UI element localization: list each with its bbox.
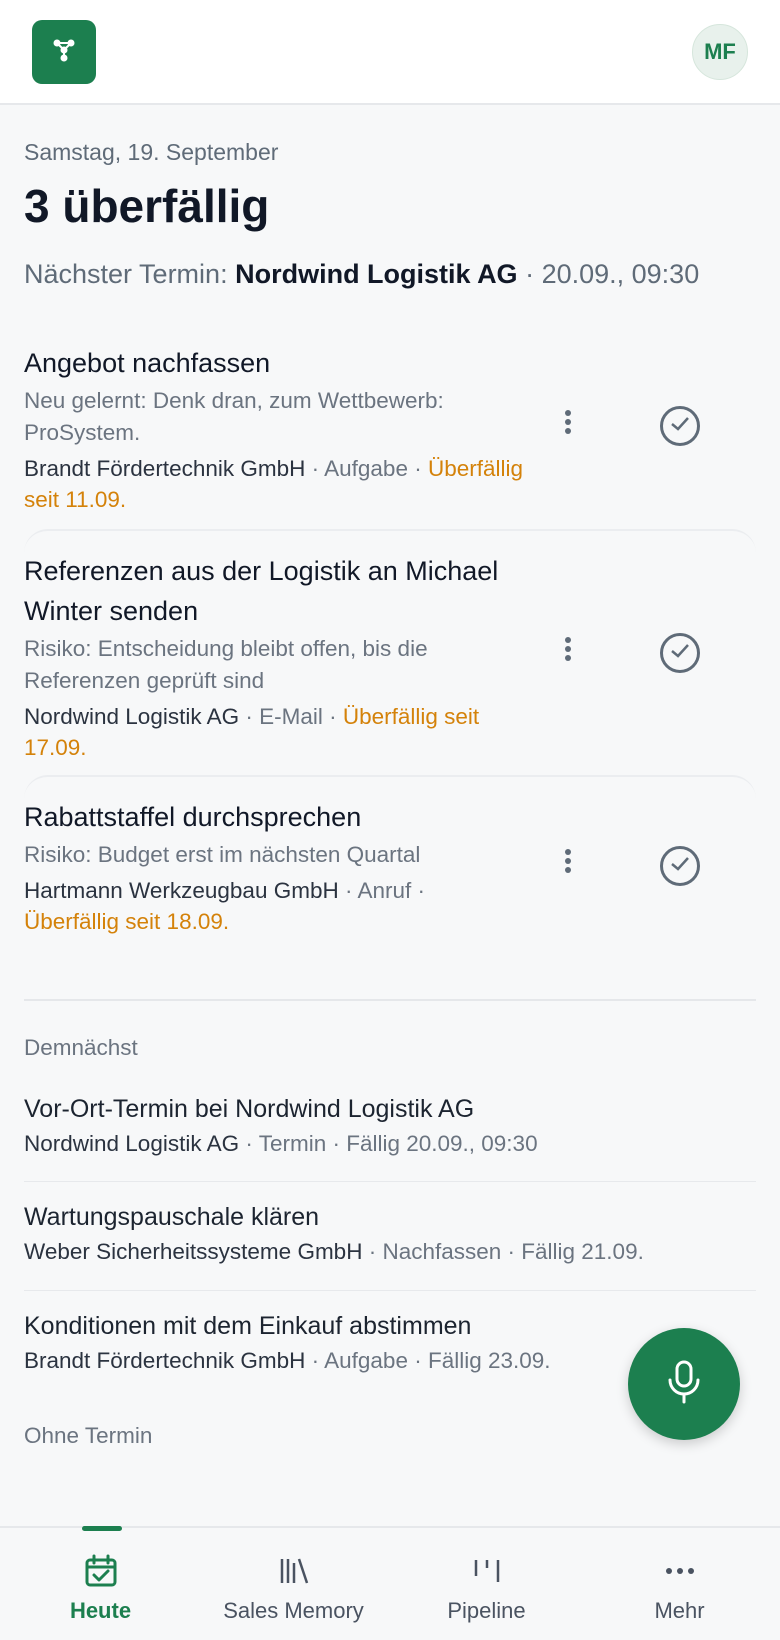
upcoming-company: Brandt Fördertechnik GmbH: [24, 1348, 306, 1373]
task-meta: Brandt Fördertechnik GmbH · Aufgabe · Üb…: [24, 453, 524, 515]
network-nodes-icon: [51, 37, 77, 68]
upcoming-heading: Demnächst: [24, 1035, 138, 1060]
app-logo[interactable]: [32, 20, 96, 84]
task-type: · E-Mail ·: [239, 704, 343, 729]
task-type: · Aufgabe ·: [305, 456, 428, 481]
next-appointment-time: · 20.09., 09:30: [517, 259, 700, 289]
nav-label: Heute: [69, 1598, 132, 1623]
check-icon: [670, 643, 690, 664]
task-subtitle: Neu gelernt: Denk dran, zum Wettbewerb: …: [24, 388, 444, 445]
top-bar: MF: [0, 0, 780, 105]
upcoming-title: Vor-Ort-Termin bei Nordwind Logistik AG: [24, 1095, 475, 1123]
upcoming-details: · Nachfassen · Fällig 21.09.: [362, 1239, 644, 1264]
upcoming-details: · Aufgabe · Fällig 23.09.: [305, 1348, 551, 1373]
nav-label: Sales Memory: [223, 1598, 364, 1623]
overdue-task[interactable]: Rabattstaffel durchsprechen Risiko: Budg…: [24, 797, 754, 937]
upcoming-title: Konditionen mit dem Einkauf abstimmen: [24, 1312, 472, 1340]
bottom-navigation: Heute Sales Memory Pipeline Mehr: [0, 1526, 780, 1640]
more-options-icon[interactable]: [556, 634, 580, 674]
complete-task-button[interactable]: [660, 846, 700, 886]
task-meta: Hartmann Werkzeugbau GmbH · Anruf · Über…: [24, 875, 524, 937]
microphone-icon: [667, 1360, 701, 1409]
more-options-icon[interactable]: [556, 407, 580, 447]
nav-item-sales-memory[interactable]: Sales Memory: [196, 1528, 391, 1640]
next-appointment-company: Nordwind Logistik AG: [235, 259, 518, 289]
task-meta: Nordwind Logistik AG · E-Mail · Überfäll…: [24, 701, 524, 763]
library-icon: [277, 1554, 311, 1588]
check-icon: [670, 416, 690, 437]
check-icon: [670, 856, 690, 877]
upcoming-meta: Nordwind Logistik AG · Termin · Fällig 2…: [24, 1127, 756, 1161]
task-company: Hartmann Werkzeugbau GmbH: [24, 878, 339, 903]
nav-item-heute[interactable]: Heute: [3, 1526, 198, 1640]
task-overdue-label: Überfällig seit 18.09.: [24, 909, 230, 934]
task-company: Brandt Fördertechnik GmbH: [24, 456, 306, 481]
complete-task-button[interactable]: [660, 633, 700, 673]
list-divider: [24, 1181, 756, 1182]
overdue-task[interactable]: Referenzen aus der Logistik an Michael W…: [24, 551, 754, 763]
today-content[interactable]: Samstag, 19. September 3 überfällig Näch…: [0, 107, 780, 1527]
section-divider: [24, 999, 756, 1001]
list-divider: [24, 1290, 756, 1291]
upcoming-meta: Weber Sicherheitssysteme GmbH · Nachfass…: [24, 1235, 756, 1269]
upcoming-item[interactable]: Wartungspauschale klären Weber Sicherhei…: [24, 1199, 756, 1269]
more-icon: [663, 1554, 697, 1588]
upcoming-company: Weber Sicherheitssysteme GmbH: [24, 1239, 363, 1264]
calendar-check-icon: [84, 1554, 118, 1588]
upcoming-title: Wartungspauschale klären: [24, 1203, 320, 1231]
avatar[interactable]: MF: [692, 24, 748, 80]
active-indicator: [82, 1526, 122, 1531]
nav-label: Mehr: [654, 1598, 705, 1623]
task-title: Angebot nachfassen: [24, 348, 271, 378]
nav-item-mehr[interactable]: Mehr: [582, 1528, 777, 1640]
task-subtitle: Risiko: Budget erst im nächsten Quartal: [24, 842, 421, 867]
current-date: Samstag, 19. September: [24, 139, 279, 165]
nav-item-pipeline[interactable]: Pipeline: [389, 1528, 584, 1640]
pipeline-icon: [470, 1554, 504, 1588]
task-subtitle: Risiko: Entscheidung bleibt offen, bis d…: [24, 636, 428, 693]
task-divider: [24, 529, 756, 553]
upcoming-item[interactable]: Vor-Ort-Termin bei Nordwind Logistik AG …: [24, 1091, 756, 1161]
task-divider: [24, 775, 756, 799]
task-type: · Anruf ·: [338, 878, 425, 903]
upcoming-company: Nordwind Logistik AG: [24, 1131, 240, 1156]
complete-task-button[interactable]: [660, 406, 700, 446]
upcoming-details: · Termin · Fällig 20.09., 09:30: [239, 1131, 538, 1156]
voice-input-button[interactable]: [628, 1328, 740, 1440]
nav-label: Pipeline: [447, 1598, 526, 1623]
next-appointment: Nächster Termin: Nordwind Logistik AG · …: [24, 259, 699, 290]
task-company: Nordwind Logistik AG: [24, 704, 240, 729]
overdue-task[interactable]: Angebot nachfassen Neu gelernt: Denk dra…: [24, 343, 754, 515]
overdue-count-headline: 3 überfällig: [24, 180, 270, 232]
next-appointment-label: Nächster Termin:: [24, 259, 236, 289]
task-title: Referenzen aus der Logistik an Michael W…: [24, 556, 499, 626]
no-date-heading: Ohne Termin: [24, 1423, 153, 1448]
more-options-icon[interactable]: [556, 846, 580, 886]
task-title: Rabattstaffel durchsprechen: [24, 802, 362, 832]
